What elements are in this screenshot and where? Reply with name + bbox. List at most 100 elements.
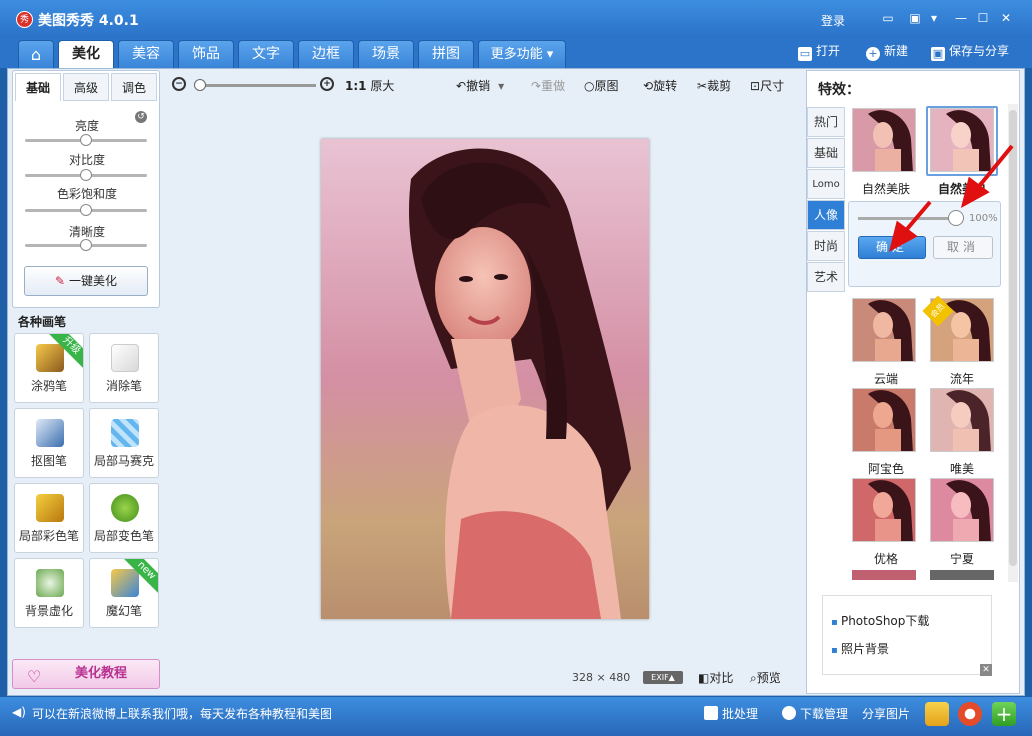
- preview-icon: ⌕: [750, 671, 757, 685]
- effect-label: 宁夏: [949, 552, 974, 566]
- contrast-slider[interactable]: [25, 169, 147, 181]
- wand-icon: ✎: [54, 274, 66, 288]
- effect-cloud-thumb[interactable]: [852, 298, 916, 362]
- rotate-label: 旋转: [653, 79, 678, 93]
- category-portrait[interactable]: 人像: [807, 200, 845, 230]
- original-button[interactable]: ○原图: [584, 77, 619, 94]
- rotate-button[interactable]: ⟲旋转: [643, 77, 677, 94]
- skin-icon[interactable]: ▣: [907, 11, 923, 25]
- ad-link[interactable]: PhotoShop下载: [831, 612, 929, 629]
- zoom-in-icon[interactable]: +: [320, 77, 334, 91]
- add-plugin-icon[interactable]: +: [992, 702, 1016, 726]
- maximize-icon[interactable]: ☐: [975, 11, 991, 25]
- original-label: 原图: [594, 79, 619, 93]
- tool-label: 消除笔: [105, 379, 142, 393]
- close-icon[interactable]: ✕: [998, 11, 1014, 25]
- saturation-label: 色彩饱和度: [56, 187, 117, 201]
- effect-beautiful-thumb[interactable]: [930, 388, 994, 452]
- color-pen-tool[interactable]: 局部彩色笔: [14, 483, 84, 553]
- zoom-slider-knob[interactable]: [194, 79, 206, 91]
- zoom-out-icon[interactable]: −: [172, 77, 186, 91]
- undo-button[interactable]: ↶撤销 ▾: [456, 77, 504, 94]
- original-size-button[interactable]: 1:1 原大: [345, 77, 394, 94]
- recolor-pen-tool[interactable]: 局部变色笔: [89, 483, 159, 553]
- weibo-icon[interactable]: [958, 702, 982, 726]
- tab-collage[interactable]: 拼图: [418, 40, 474, 68]
- doodle-pen-tool[interactable]: 升级 涂鸦笔: [14, 333, 84, 403]
- tab-more-features[interactable]: 更多功能 ▾: [478, 40, 566, 68]
- open-button[interactable]: ▭ 打开: [798, 42, 840, 61]
- crop-label: 裁剪: [707, 79, 732, 93]
- minimize-icon[interactable]: —: [953, 11, 969, 25]
- tab-decorations[interactable]: 饰品: [178, 40, 234, 68]
- star-icon[interactable]: [925, 702, 949, 726]
- one-click-beautify-button[interactable]: ✎ 一键美化: [24, 266, 148, 296]
- exif-button[interactable]: EXIF▲: [643, 671, 683, 684]
- status-message[interactable]: 可以在新浪微博上联系我们哦，每天发布各种教程和美图: [32, 705, 332, 722]
- mosaic-tool[interactable]: 局部马赛克: [89, 408, 159, 478]
- category-hot[interactable]: 热门: [807, 107, 845, 137]
- blur-icon: [36, 569, 64, 597]
- tab-scene[interactable]: 场景: [358, 40, 414, 68]
- category-lomo[interactable]: Lomo: [807, 169, 845, 199]
- batch-button[interactable]: 批处理: [704, 705, 758, 722]
- effect-partial-thumb[interactable]: [930, 570, 994, 580]
- effect-ningxia-thumb[interactable]: [930, 478, 994, 542]
- resize-button[interactable]: ⊡尺寸: [750, 77, 784, 94]
- preview-button[interactable]: ⌕预览: [750, 669, 781, 686]
- compare-button[interactable]: ◧对比: [698, 669, 733, 686]
- effect-label: 流年: [949, 372, 974, 386]
- saturation-slider[interactable]: [25, 204, 147, 216]
- plus-icon: +: [866, 47, 880, 61]
- save-label: 保存与分享: [949, 44, 1010, 58]
- chevron-down-icon[interactable]: ▾: [498, 79, 504, 93]
- category-basic[interactable]: 基础: [807, 138, 845, 168]
- ad-link[interactable]: 照片背景: [831, 640, 889, 657]
- folder-icon: ▭: [798, 47, 812, 61]
- login-link[interactable]: 登录: [821, 12, 845, 29]
- effect-yogurt-thumb[interactable]: [852, 478, 916, 542]
- cutout-pen-tool[interactable]: 抠图笔: [14, 408, 84, 478]
- ad-close-icon[interactable]: ✕: [980, 664, 992, 676]
- effect-partial-thumb[interactable]: [852, 570, 916, 580]
- subtab-basic[interactable]: 基础: [15, 73, 61, 101]
- tab-frame[interactable]: 边框: [298, 40, 354, 68]
- tab-text[interactable]: 文字: [238, 40, 294, 68]
- new-button[interactable]: + 新建: [866, 42, 908, 61]
- category-art[interactable]: 艺术: [807, 262, 845, 292]
- tab-beautify[interactable]: 美化: [58, 40, 114, 68]
- effect-abao-thumb[interactable]: [852, 388, 916, 452]
- photo-canvas[interactable]: [321, 139, 649, 619]
- download-manager-button[interactable]: 下载管理: [782, 705, 848, 722]
- redo-button[interactable]: ↷重做: [531, 77, 565, 94]
- tool-label: 局部马赛克: [93, 454, 154, 468]
- image-width: 328: [572, 671, 593, 684]
- home-icon[interactable]: ⌂: [18, 40, 54, 68]
- brightness-slider[interactable]: [25, 134, 147, 146]
- beautify-tutorial-button[interactable]: ♡ 美化教程: [12, 659, 160, 689]
- slider-knob[interactable]: [80, 239, 92, 251]
- save-share-button[interactable]: ▣ 保存与分享: [931, 42, 1010, 61]
- sharpness-slider[interactable]: [25, 239, 147, 251]
- tab-beauty[interactable]: 美容: [118, 40, 174, 68]
- eraser-pen-tool[interactable]: 消除笔: [89, 333, 159, 403]
- category-fashion[interactable]: 时尚: [807, 231, 845, 261]
- subtab-color[interactable]: 调色: [111, 73, 157, 101]
- download-icon: [782, 706, 796, 720]
- magic-pen-tool[interactable]: new 魔幻笔: [89, 558, 159, 628]
- share-image-button[interactable]: 分享图片: [862, 705, 910, 722]
- crop-button[interactable]: ✂裁剪: [697, 77, 731, 94]
- menu-icon[interactable]: ▾: [926, 11, 942, 25]
- eraser-icon: [111, 344, 139, 372]
- slider-knob[interactable]: [80, 169, 92, 181]
- tool-label: 局部彩色笔: [18, 529, 79, 543]
- slider-knob[interactable]: [80, 204, 92, 216]
- tool-label: 局部变色笔: [93, 529, 154, 543]
- feedback-icon[interactable]: ▭: [880, 11, 896, 25]
- slider-knob[interactable]: [80, 134, 92, 146]
- subtab-advanced[interactable]: 高级: [63, 73, 109, 101]
- zoom-slider[interactable]: [196, 84, 316, 87]
- annotation-arrows: [888, 144, 1014, 252]
- background-blur-tool[interactable]: 背景虚化: [14, 558, 84, 628]
- effects-title: 特效：: [818, 82, 860, 98]
